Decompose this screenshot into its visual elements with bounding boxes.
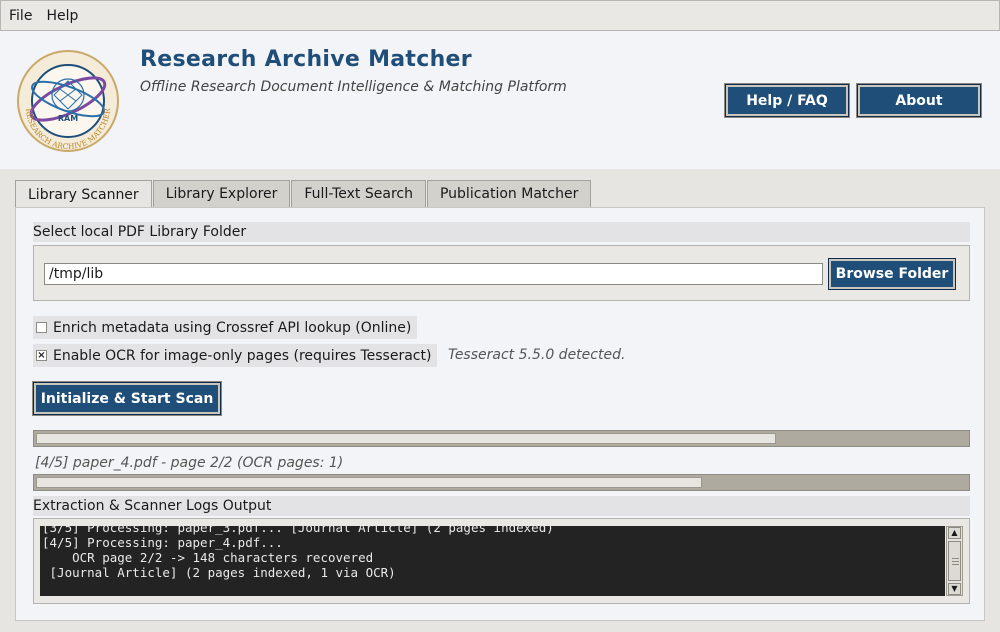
about-button[interactable]: About: [856, 83, 982, 118]
tab-publication-matcher[interactable]: Publication Matcher: [426, 180, 592, 207]
menu-bar: File Help: [0, 0, 1000, 31]
browse-folder-button[interactable]: Browse Folder: [828, 258, 956, 290]
ocr-label: Enable OCR for image-only pages (require…: [53, 347, 432, 364]
tab-full-text-search[interactable]: Full-Text Search: [291, 180, 426, 207]
scan-status-text: [4/5] paper_4.pdf - page 2/2 (OCR pages:…: [35, 455, 344, 471]
tab-bar: Library Scanner Library Explorer Full-Te…: [15, 180, 592, 208]
scanner-log-output[interactable]: [3/5] Processing: paper_3.pdf... [Journa…: [40, 526, 945, 596]
log-section-label: Extraction & Scanner Logs Output: [33, 496, 970, 516]
app-subtitle: Offline Research Document Intelligence &…: [140, 79, 567, 95]
logo-abbr: RAM: [58, 114, 78, 123]
log-group: [3/5] Processing: paper_3.pdf... [Journa…: [33, 518, 970, 604]
scroll-thumb[interactable]: [948, 541, 961, 581]
tesseract-status: Tesseract 5.5.0 detected.: [448, 347, 626, 363]
ocr-checkbox[interactable]: ×: [36, 350, 47, 361]
crossref-checkbox[interactable]: [36, 322, 47, 333]
menu-file[interactable]: File: [9, 8, 32, 24]
crossref-option[interactable]: Enrich metadata using Crossref API looku…: [33, 316, 418, 339]
tab-library-scanner[interactable]: Library Scanner: [15, 180, 152, 208]
scroll-up-icon[interactable]: ▲: [948, 527, 961, 539]
file-progress-bar: [33, 474, 970, 491]
log-line: [3/5] Processing: paper_3.pdf... [Journa…: [42, 526, 554, 535]
overall-progress-fill: [36, 433, 776, 444]
log-line: [Journal Article] (2 pages indexed, 1 vi…: [42, 565, 396, 580]
ocr-option[interactable]: × Enable OCR for image-only pages (requi…: [33, 344, 438, 367]
app-logo: RAM RESEARCH ARCHIVE MATCHER: [17, 50, 119, 152]
log-scrollbar[interactable]: ▲ ▼: [946, 526, 963, 596]
menu-help[interactable]: Help: [46, 8, 78, 24]
folder-section-label: Select local PDF Library Folder: [33, 222, 970, 242]
help-faq-button[interactable]: Help / FAQ: [724, 83, 850, 118]
app-header: RAM RESEARCH ARCHIVE MATCHER Research Ar…: [0, 31, 1000, 169]
log-line: OCR page 2/2 -> 148 characters recovered: [42, 550, 374, 565]
folder-path-input[interactable]: /tmp/lib: [44, 263, 823, 285]
start-scan-button[interactable]: Initialize & Start Scan: [32, 381, 222, 416]
crossref-label: Enrich metadata using Crossref API looku…: [53, 319, 412, 336]
log-line: [4/5] Processing: paper_4.pdf...: [42, 535, 283, 550]
scroll-down-icon[interactable]: ▼: [948, 583, 961, 595]
tab-library-explorer[interactable]: Library Explorer: [152, 180, 291, 207]
file-progress-fill: [36, 477, 702, 488]
overall-progress-bar: [33, 430, 970, 447]
app-title: Research Archive Matcher: [140, 47, 472, 72]
folder-group: /tmp/lib Browse Folder: [33, 245, 970, 301]
library-scanner-panel: Select local PDF Library Folder /tmp/lib…: [15, 207, 985, 621]
